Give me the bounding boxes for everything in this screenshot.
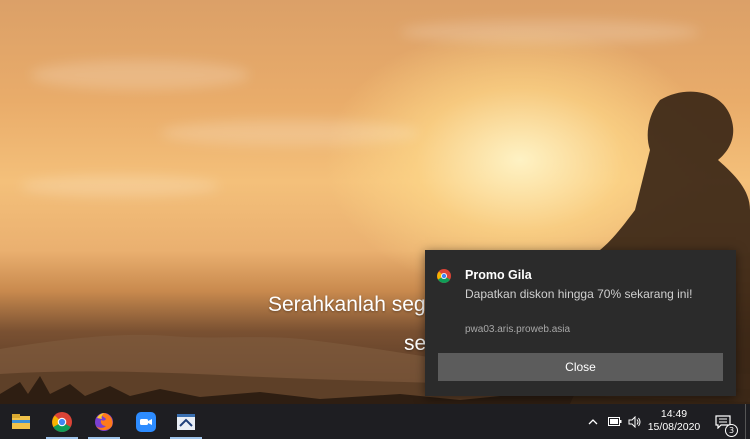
taskbar-zoom[interactable] (126, 404, 166, 439)
notification-count-badge: 3 (725, 424, 738, 437)
notification-toast[interactable]: Promo Gila Dapatkan diskon hingga 70% se… (425, 250, 736, 396)
taskbar-file-explorer[interactable] (1, 404, 41, 439)
taskbar: 14:49 15/08/2020 3 (0, 404, 750, 439)
notification-title: Promo Gila (465, 268, 532, 282)
chrome-icon (437, 269, 451, 283)
taskbar-chrome[interactable] (42, 404, 82, 439)
file-explorer-icon (12, 413, 30, 429)
notification-source: pwa03.aris.proweb.asia (465, 324, 571, 335)
clock-date: 15/08/2020 (647, 421, 701, 433)
tray-volume[interactable] (625, 404, 645, 439)
taskbar-firefox[interactable] (84, 404, 124, 439)
sublime-app-icon (177, 413, 195, 430)
chrome-icon (52, 411, 72, 432)
clock-time: 14:49 (660, 408, 688, 420)
zoom-icon (136, 411, 156, 432)
firefox-icon (95, 412, 113, 431)
taskbar-clock[interactable]: 14:49 15/08/2020 (646, 408, 702, 434)
wallpaper-quote-line2: se (404, 332, 427, 355)
chevron-up-icon (588, 418, 598, 424)
battery-icon (608, 417, 622, 426)
volume-icon (628, 415, 641, 428)
wallpaper-quote-line1: Serahkanlah seg (268, 293, 426, 316)
close-button[interactable]: Close (438, 353, 723, 381)
notification-body: Dapatkan diskon hingga 70% sekarang ini! (465, 287, 693, 301)
show-desktop-button[interactable] (745, 404, 750, 439)
tray-battery[interactable] (605, 404, 625, 439)
tray-overflow[interactable] (584, 404, 602, 439)
taskbar-sublime-app[interactable] (166, 404, 206, 439)
